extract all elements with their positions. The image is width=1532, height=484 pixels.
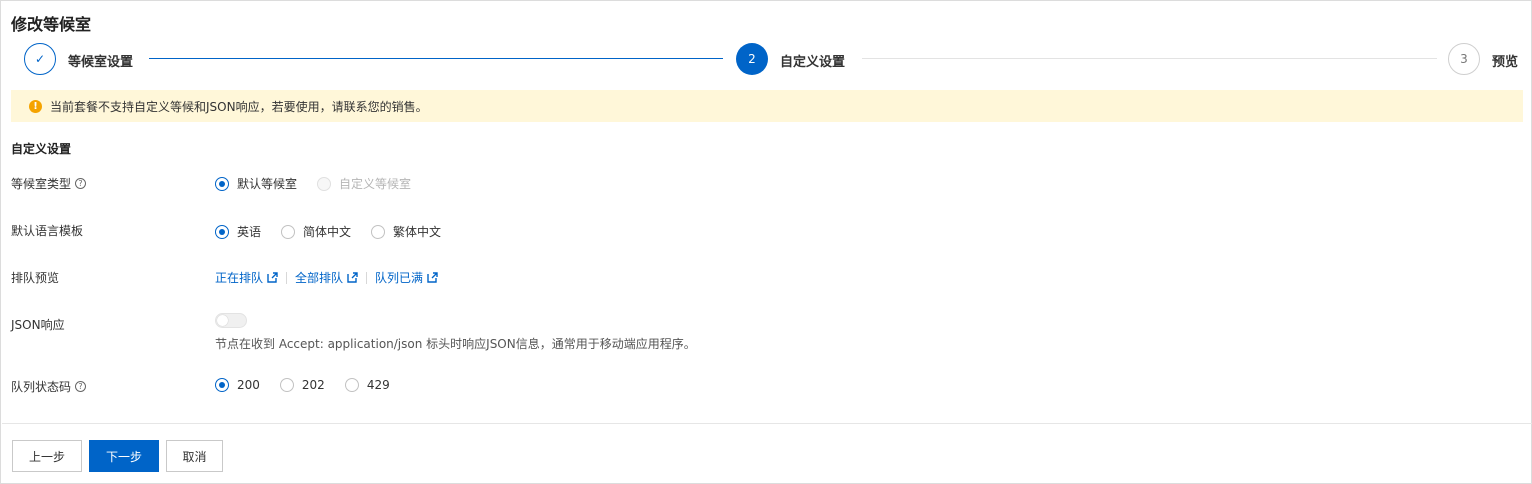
cancel-button[interactable]: 取消 — [166, 440, 223, 472]
radio-simplified-chinese[interactable]: 简体中文 — [281, 223, 351, 240]
preview-queue-full-link[interactable]: 队列已满 — [375, 269, 438, 286]
link-text: 队列已满 — [375, 271, 424, 285]
radio-label: 202 — [301, 378, 325, 392]
radio-label: 自定义等候室 — [339, 177, 412, 191]
radio-label: 简体中文 — [303, 225, 352, 239]
queue-preview-links: 正在排队 全部排队 队列已满 — [215, 269, 438, 286]
radio-button-disabled — [317, 176, 332, 191]
page-title: 修改等候室 — [11, 15, 92, 34]
radio-english[interactable]: 英语 — [215, 223, 261, 240]
link-divider — [366, 271, 368, 284]
radio-custom-waiting-room[interactable]: 自定义等候室 — [317, 175, 411, 192]
radio-label: 英语 — [237, 225, 262, 239]
preview-queuing-link[interactable]: 正在排队 — [215, 269, 278, 286]
waiting-room-type-label: 等候室类型 ? — [11, 175, 87, 192]
plan-warning-banner: ! 当前套餐不支持自定义等候和JSON响应，若要使用，请联系您的销售。 — [11, 90, 1523, 122]
step-1-check-icon: ✓ — [24, 43, 56, 75]
queue-status-code-radio-group: 200 202 429 — [215, 378, 410, 392]
radio-default-waiting-room[interactable]: 默认等候室 — [215, 175, 297, 192]
step-3-indicator: 3 — [1448, 43, 1480, 75]
radio-label: 200 — [237, 378, 260, 392]
step-2-indicator: 2 — [736, 43, 768, 75]
radio-button-checked[interactable] — [215, 378, 229, 392]
link-divider — [286, 271, 288, 284]
radio-traditional-chinese[interactable]: 繁体中文 — [371, 223, 441, 240]
step-connector-2 — [862, 58, 1437, 59]
language-template-radio-group: 英语 简体中文 繁体中文 — [215, 223, 461, 240]
help-icon[interactable]: ? — [75, 178, 87, 189]
step-1-label: 等候室设置 — [68, 55, 134, 70]
help-icon[interactable]: ? — [75, 381, 87, 392]
radio-label: 繁体中文 — [393, 225, 442, 239]
json-response-toggle[interactable] — [215, 313, 247, 328]
step-2-label: 自定义设置 — [780, 55, 846, 70]
waiting-room-type-radio-group: 默认等候室 自定义等候室 — [215, 175, 431, 192]
language-template-label: 默认语言模板 — [11, 224, 84, 238]
external-link-icon — [427, 272, 438, 283]
radio-button[interactable] — [371, 224, 386, 239]
footer-divider — [2, 423, 1532, 424]
section-title: 自定义设置 — [11, 142, 72, 156]
toggle-knob — [217, 315, 228, 326]
radio-status-429[interactable]: 429 — [344, 378, 390, 392]
modal-frame: 修改等候室 ✓ 等候室设置 2 自定义设置 3 预览 ! 当前套餐不支持自定义等… — [0, 0, 1532, 484]
radio-status-200[interactable]: 200 — [215, 378, 260, 392]
warning-icon: ! — [29, 99, 42, 113]
radio-label: 默认等候室 — [237, 177, 298, 191]
radio-button[interactable] — [281, 224, 296, 239]
radio-button-checked[interactable] — [215, 176, 229, 191]
warning-text: 当前套餐不支持自定义等候和JSON响应，若要使用，请联系您的销售。 — [50, 99, 428, 114]
link-text: 正在排队 — [215, 271, 264, 285]
queue-status-code-label: 队列状态码 ? — [11, 378, 87, 395]
link-text: 全部排队 — [295, 271, 344, 285]
radio-button[interactable] — [279, 378, 294, 392]
radio-label: 429 — [366, 378, 390, 392]
json-response-hint: 节点在收到 Accept: application/json 标头时响应JSON… — [215, 337, 696, 351]
queue-status-code-text: 队列状态码 — [11, 380, 72, 394]
external-link-icon — [347, 272, 358, 283]
previous-step-button[interactable]: 上一步 — [12, 440, 82, 472]
queue-preview-label: 排队预览 — [11, 271, 60, 285]
json-response-label: JSON响应 — [11, 318, 65, 332]
preview-all-queued-link[interactable]: 全部排队 — [295, 269, 358, 286]
external-link-icon — [267, 272, 278, 283]
radio-button[interactable] — [344, 378, 359, 392]
waiting-room-type-text: 等候室类型 — [11, 177, 72, 191]
step-connector-1 — [149, 58, 723, 59]
radio-button-checked[interactable] — [215, 224, 229, 239]
next-step-button[interactable]: 下一步 — [89, 440, 159, 472]
radio-status-202[interactable]: 202 — [279, 378, 325, 392]
step-3-label: 预览 — [1492, 55, 1519, 70]
